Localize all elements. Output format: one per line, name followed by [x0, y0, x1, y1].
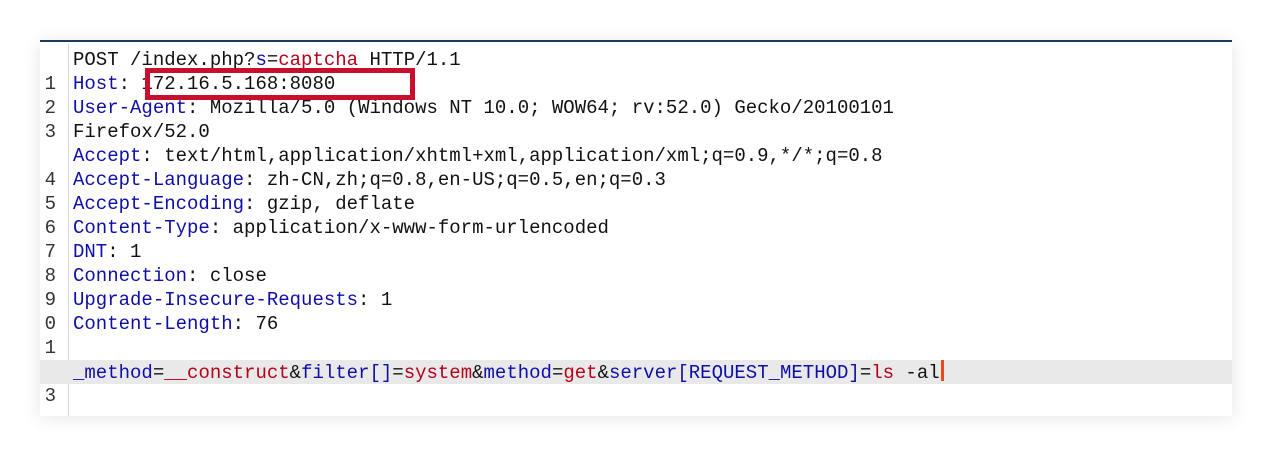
header-name: Accept-Language	[73, 169, 245, 191]
header-value: Mozilla/5.0 (Windows NT 10.0; WOW64; rv:…	[209, 97, 894, 119]
header-line-content-type[interactable]: 7 Content-Type: application/x-www-form-u…	[40, 216, 1232, 263]
header-separator: :	[107, 241, 119, 263]
header-separator: :	[358, 289, 370, 311]
blank-line[interactable]: .2	[40, 336, 1232, 383]
header-value: 1	[380, 289, 393, 311]
top-divider	[40, 40, 1232, 42]
header-value: application/x-www-form-urlencoded	[232, 217, 609, 239]
header-name: Accept-Encoding	[73, 193, 245, 215]
header-name: Content-Length	[73, 313, 233, 335]
header-separator: :	[141, 145, 153, 167]
header-value: gzip, deflate	[266, 193, 416, 215]
body-ampersand: &	[597, 362, 609, 384]
body-param-key: method	[483, 362, 552, 384]
header-value: 1	[130, 241, 142, 263]
body-equals: =	[152, 362, 165, 384]
body-equals: =	[551, 362, 564, 384]
header-line-user-agent-wrap[interactable]: Firefox/52.0	[40, 120, 1232, 144]
header-line-upgrade-insecure[interactable]: .0 Upgrade-Insecure-Requests: 1	[40, 288, 1232, 335]
header-value-wrap: Firefox/52.0	[73, 121, 210, 143]
http-method: POST	[73, 49, 119, 71]
header-separator: :	[187, 97, 199, 119]
body-param-key: server[REQUEST_METHOD]	[608, 362, 860, 384]
header-name: DNT	[73, 241, 108, 263]
body-equals: =	[859, 362, 872, 384]
body-param-value: ls	[871, 362, 895, 384]
body-param-key: filter[]	[301, 362, 393, 384]
body-param-key: _method	[73, 362, 153, 384]
header-value: close	[209, 265, 267, 287]
header-line-accept-encoding[interactable]: 6 Accept-Encoding: gzip, deflate	[40, 192, 1232, 239]
header-separator: :	[209, 217, 222, 239]
header-line-dnt[interactable]: 8 DNT: 1	[40, 240, 1232, 287]
request-body-line[interactable]: .3 _method=__construct&filter[]=system&m…	[40, 360, 1232, 407]
host-highlight-box	[145, 68, 415, 100]
body-ampersand: &	[289, 362, 302, 384]
body-param-value-rest: -al	[894, 362, 940, 384]
header-name: Accept	[73, 145, 142, 167]
header-line-accept-language[interactable]: 5 Accept-Language: zh-CN,zh;q=0.8,en-US;…	[40, 168, 1232, 215]
header-name: Host	[73, 73, 119, 95]
header-separator: :	[232, 313, 245, 335]
body-param-value: get	[563, 362, 598, 384]
header-name: Connection	[73, 265, 188, 287]
header-value: 76	[255, 313, 279, 335]
header-line-content-length[interactable]: .1 Content-Length: 76	[40, 312, 1232, 359]
header-name: User-Agent	[73, 97, 188, 119]
line-number: .3	[40, 385, 56, 407]
body-ampersand: &	[472, 362, 484, 384]
header-separator: :	[244, 169, 256, 191]
header-name: Upgrade-Insecure-Requests	[73, 289, 359, 311]
header-separator: :	[118, 73, 131, 95]
header-value: zh-CN,zh;q=0.8,en-US;q=0.5,en;q=0.3	[266, 169, 666, 191]
text-caret	[940, 360, 944, 381]
header-separator: :	[187, 265, 199, 287]
body-equals: =	[392, 362, 404, 384]
header-line-connection[interactable]: 9 Connection: close	[40, 264, 1232, 311]
header-separator: :	[244, 193, 256, 215]
header-value: text/html,application/xhtml+xml,applicat…	[164, 145, 883, 167]
body-param-value: system	[403, 362, 473, 384]
body-param-value: __construct	[164, 362, 290, 384]
header-name: Content-Type	[73, 217, 210, 239]
header-line-accept[interactable]: 4 Accept: text/html,application/xhtml+xm…	[40, 144, 1232, 191]
